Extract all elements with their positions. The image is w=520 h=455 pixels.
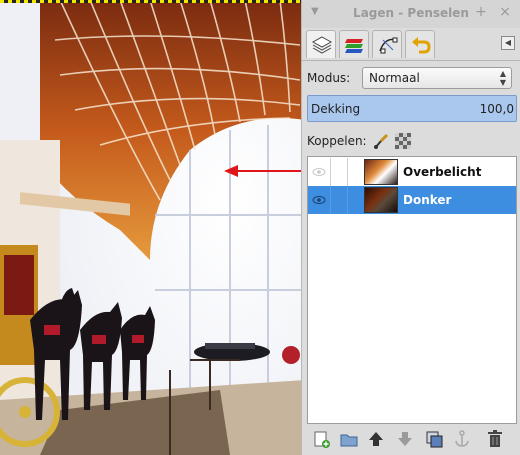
tab-channels[interactable]: [339, 30, 369, 58]
layer-actions-bar: [302, 424, 520, 455]
mode-select[interactable]: Normaal ▲ ▼: [362, 67, 512, 89]
raise-layer-icon[interactable]: [366, 429, 386, 449]
opacity-label: Dekking: [311, 102, 361, 116]
layers-list: Overbelicht Donker: [307, 156, 517, 424]
duplicate-layer-icon[interactable]: [424, 429, 444, 449]
dock-tabs: ◀: [302, 28, 520, 61]
undo-history-icon: [412, 37, 431, 54]
lower-layer-icon[interactable]: [395, 429, 415, 449]
tab-paths[interactable]: [372, 30, 402, 58]
paths-icon: [379, 37, 398, 54]
opacity-slider[interactable]: Dekking 100,0: [307, 95, 517, 122]
layer-row[interactable]: Overbelicht: [308, 158, 516, 186]
image-canvas[interactable]: [0, 0, 305, 455]
layer-name[interactable]: Overbelicht: [403, 165, 481, 179]
layer-name[interactable]: Donker: [403, 193, 451, 207]
lock-label: Koppelen:: [307, 134, 367, 148]
layer-thumbnail: [364, 159, 398, 185]
layers-icon: [311, 36, 333, 54]
tab-layers[interactable]: [306, 30, 336, 58]
layer-thumbnail: [364, 187, 398, 213]
layer-row-selected[interactable]: Donker: [308, 186, 516, 214]
maximize-icon[interactable]: +: [473, 4, 489, 20]
mode-label: Modus:: [307, 71, 351, 85]
chain-toggle[interactable]: [330, 186, 348, 214]
new-layer-icon[interactable]: [312, 429, 332, 449]
channels-icon: [345, 39, 363, 53]
new-layer-group-icon[interactable]: [339, 429, 359, 449]
selection-marching-ants: [0, 0, 305, 3]
close-icon[interactable]: ×: [497, 4, 513, 20]
dock-titlebar: ▼ Lagen - Penselen + ×: [302, 0, 520, 28]
dock-title: Lagen - Penselen: [353, 6, 469, 20]
photo-scene: [0, 0, 305, 455]
chain-toggle[interactable]: [330, 158, 348, 186]
tab-undo-history[interactable]: [405, 30, 435, 58]
anchor-layer-icon[interactable]: [452, 429, 472, 449]
dock-menu-arrow-icon[interactable]: ▼: [311, 6, 325, 20]
delete-layer-icon[interactable]: [485, 429, 505, 449]
spin-arrows-icon: ▲ ▼: [499, 69, 506, 87]
lock-alpha-checker-icon[interactable]: [395, 133, 411, 149]
layers-dock: ▼ Lagen - Penselen + × ◀ Modus: Normaal …: [301, 0, 520, 455]
visibility-eye-icon[interactable]: [312, 165, 326, 179]
tab-config-icon[interactable]: ◀: [501, 36, 515, 50]
lock-pixels-brush-icon[interactable]: [372, 132, 390, 150]
opacity-value: 100,0: [479, 102, 514, 116]
mode-value: Normaal: [369, 71, 420, 85]
visibility-eye-icon[interactable]: [312, 193, 326, 207]
